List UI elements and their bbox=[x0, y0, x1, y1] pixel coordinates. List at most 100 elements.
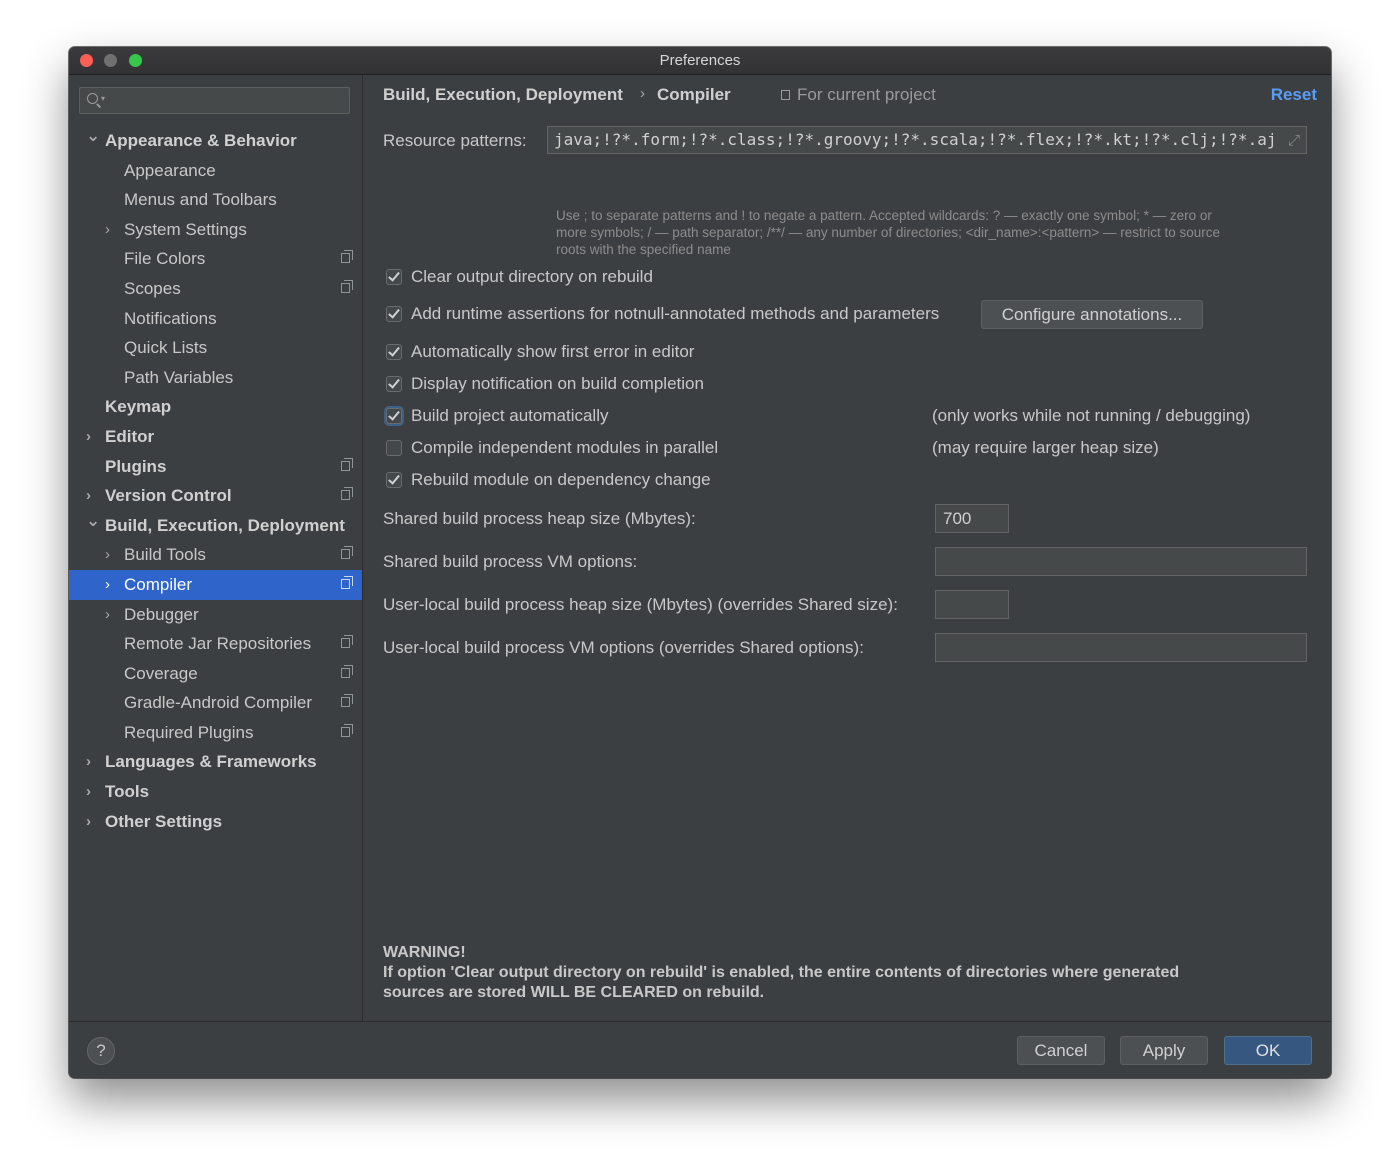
hint-line: roots with the specified name bbox=[556, 242, 731, 257]
chevron-down-icon[interactable]: ⌄ bbox=[86, 506, 100, 536]
clear-output-checkbox[interactable] bbox=[386, 269, 402, 285]
show-first-error-label[interactable]: Automatically show first error in editor bbox=[411, 342, 694, 362]
sidebar-item-label: Remote Jar Repositories bbox=[124, 634, 312, 654]
breadcrumb-compiler: Compiler bbox=[657, 85, 731, 104]
sidebar-item-label: Other Settings bbox=[105, 811, 223, 831]
sidebar-item-editor[interactable]: › Editor bbox=[69, 422, 362, 452]
user-heap-input[interactable] bbox=[935, 590, 1009, 619]
scope-indicator: For current project bbox=[781, 85, 936, 105]
rebuild-on-dependency-label[interactable]: Rebuild module on dependency change bbox=[411, 470, 711, 490]
chevron-right-icon[interactable]: › bbox=[86, 777, 91, 807]
shared-vm-options-label: Shared build process VM options: bbox=[383, 552, 638, 571]
warning-text: If option 'Clear output directory on reb… bbox=[383, 964, 1180, 981]
search-options-caret-icon[interactable]: ▾ bbox=[101, 94, 105, 103]
sidebar-item-gradle-android-compiler[interactable]: Gradle-Android Compiler bbox=[69, 688, 362, 718]
sidebar-item-label: Languages & Frameworks bbox=[105, 752, 317, 772]
breadcrumb-separator: › bbox=[640, 85, 645, 102]
build-automatically-label[interactable]: Build project automatically bbox=[411, 406, 608, 426]
runtime-assertions-checkbox[interactable] bbox=[386, 306, 402, 322]
settings-search-input[interactable]: ▾ bbox=[79, 87, 350, 114]
runtime-assertions-label[interactable]: Add runtime assertions for notnull-annot… bbox=[411, 304, 939, 324]
display-notification-label[interactable]: Display notification on build completion bbox=[411, 374, 704, 394]
sidebar-item-menus-and-toolbars[interactable]: Menus and Toolbars bbox=[69, 185, 362, 215]
minimize-window-button[interactable] bbox=[104, 54, 117, 67]
project-scope-icon bbox=[341, 487, 353, 501]
sidebar-item-compiler[interactable]: › Compiler bbox=[69, 569, 362, 600]
dialog-footer: ? Cancel Apply OK bbox=[69, 1021, 1331, 1078]
sidebar-item-label: System Settings bbox=[124, 219, 247, 239]
hint-line: more symbols; / — path separator; /**/ —… bbox=[556, 225, 1221, 240]
project-scope-icon bbox=[341, 457, 353, 471]
project-scope-icon bbox=[341, 694, 353, 708]
sidebar-item-version-control[interactable]: › Version Control bbox=[69, 481, 362, 511]
sidebar-item-label: Scopes bbox=[124, 278, 181, 298]
expand-icon[interactable]: ⤢ bbox=[1288, 127, 1300, 153]
sidebar-item-appearance[interactable]: Appearance bbox=[69, 156, 362, 186]
sidebar-item-label: Keymap bbox=[105, 397, 172, 417]
sidebar-item-tools[interactable]: › Tools bbox=[69, 777, 362, 807]
breadcrumb-build-execution-deployment[interactable]: Build, Execution, Deployment bbox=[383, 85, 623, 105]
display-notification-checkbox[interactable] bbox=[386, 376, 402, 392]
compile-parallel-checkbox[interactable] bbox=[386, 440, 402, 456]
build-automatically-checkbox[interactable] bbox=[386, 408, 402, 424]
sidebar-item-label: Tools bbox=[105, 782, 150, 802]
sidebar-item-label: Appearance bbox=[124, 160, 216, 180]
close-window-button[interactable] bbox=[80, 54, 93, 67]
chevron-right-icon[interactable]: › bbox=[86, 422, 91, 452]
sidebar-item-build-tools[interactable]: › Build Tools bbox=[69, 540, 362, 570]
show-first-error-checkbox[interactable] bbox=[386, 344, 402, 360]
compiler-settings-panel: Build, Execution, Deployment › Compiler … bbox=[363, 75, 1331, 1021]
sidebar-item-languages-frameworks[interactable]: › Languages & Frameworks bbox=[69, 747, 362, 777]
sidebar-item-system-settings[interactable]: › System Settings bbox=[69, 215, 362, 245]
compile-parallel-label[interactable]: Compile independent modules in parallel bbox=[411, 438, 718, 458]
warning-text: sources are stored WILL BE CLEARED on re… bbox=[383, 984, 765, 1001]
sidebar-item-quick-lists[interactable]: Quick Lists bbox=[69, 333, 362, 363]
chevron-right-icon[interactable]: › bbox=[105, 570, 110, 600]
window-title: Preferences bbox=[659, 52, 741, 69]
sidebar-item-plugins[interactable]: Plugins bbox=[69, 452, 362, 482]
chevron-right-icon[interactable]: › bbox=[105, 540, 110, 570]
zoom-window-button[interactable] bbox=[129, 54, 142, 67]
sidebar-item-debugger[interactable]: › Debugger bbox=[69, 600, 362, 630]
chevron-right-icon[interactable]: › bbox=[105, 215, 110, 245]
cancel-button[interactable]: Cancel bbox=[1017, 1036, 1105, 1065]
resource-patterns-input[interactable]: java;!?*.form;!?*.class;!?*.groovy;!?*.s… bbox=[547, 126, 1307, 154]
help-button[interactable]: ? bbox=[87, 1037, 115, 1065]
sidebar-item-file-colors[interactable]: File Colors bbox=[69, 244, 362, 274]
sidebar-item-coverage[interactable]: Coverage bbox=[69, 659, 362, 689]
sidebar-item-other-settings[interactable]: › Other Settings bbox=[69, 807, 362, 837]
project-scope-icon bbox=[341, 575, 353, 589]
sidebar-item-appearance-behavior[interactable]: ⌄ Appearance & Behavior bbox=[69, 126, 362, 156]
sidebar-item-label: Editor bbox=[105, 426, 155, 446]
sidebar-item-scopes[interactable]: Scopes bbox=[69, 274, 362, 304]
sidebar-item-label: Quick Lists bbox=[124, 338, 208, 358]
rebuild-warning: WARNING! If option 'Clear output directo… bbox=[383, 943, 1303, 1003]
shared-vm-options-input[interactable] bbox=[935, 547, 1307, 576]
project-scope-icon bbox=[341, 664, 353, 678]
scope-label: For current project bbox=[797, 85, 936, 104]
chevron-down-icon[interactable]: ⌄ bbox=[86, 121, 100, 151]
apply-button[interactable]: Apply bbox=[1120, 1036, 1208, 1065]
chevron-right-icon[interactable]: › bbox=[86, 747, 91, 777]
project-scope-icon bbox=[341, 279, 353, 293]
sidebar-item-remote-jar-repositories[interactable]: Remote Jar Repositories bbox=[69, 629, 362, 659]
configure-annotations-button[interactable]: Configure annotations... bbox=[981, 300, 1203, 329]
clear-output-label[interactable]: Clear output directory on rebuild bbox=[411, 267, 653, 287]
chevron-right-icon[interactable]: › bbox=[86, 807, 91, 837]
search-icon bbox=[87, 93, 98, 104]
reset-link[interactable]: Reset bbox=[1271, 85, 1317, 105]
sidebar-item-notifications[interactable]: Notifications bbox=[69, 304, 362, 334]
compile-parallel-note: (may require larger heap size) bbox=[932, 438, 1159, 457]
sidebar-item-path-variables[interactable]: Path Variables bbox=[69, 363, 362, 393]
sidebar-item-label: Plugins bbox=[105, 456, 167, 476]
sidebar-item-required-plugins[interactable]: Required Plugins bbox=[69, 718, 362, 748]
sidebar-item-label: Menus and Toolbars bbox=[124, 190, 277, 210]
chevron-right-icon[interactable]: › bbox=[105, 600, 110, 630]
sidebar-item-keymap[interactable]: Keymap bbox=[69, 392, 362, 422]
shared-heap-input[interactable]: 700 bbox=[935, 504, 1009, 533]
ok-button[interactable]: OK bbox=[1224, 1036, 1312, 1065]
user-vm-options-input[interactable] bbox=[935, 633, 1307, 662]
rebuild-on-dependency-checkbox[interactable] bbox=[386, 472, 402, 488]
sidebar-item-label: Build, Execution, Deployment bbox=[105, 515, 345, 535]
sidebar-item-build-execution-deployment[interactable]: ⌄ Build, Execution, Deployment bbox=[69, 511, 362, 541]
